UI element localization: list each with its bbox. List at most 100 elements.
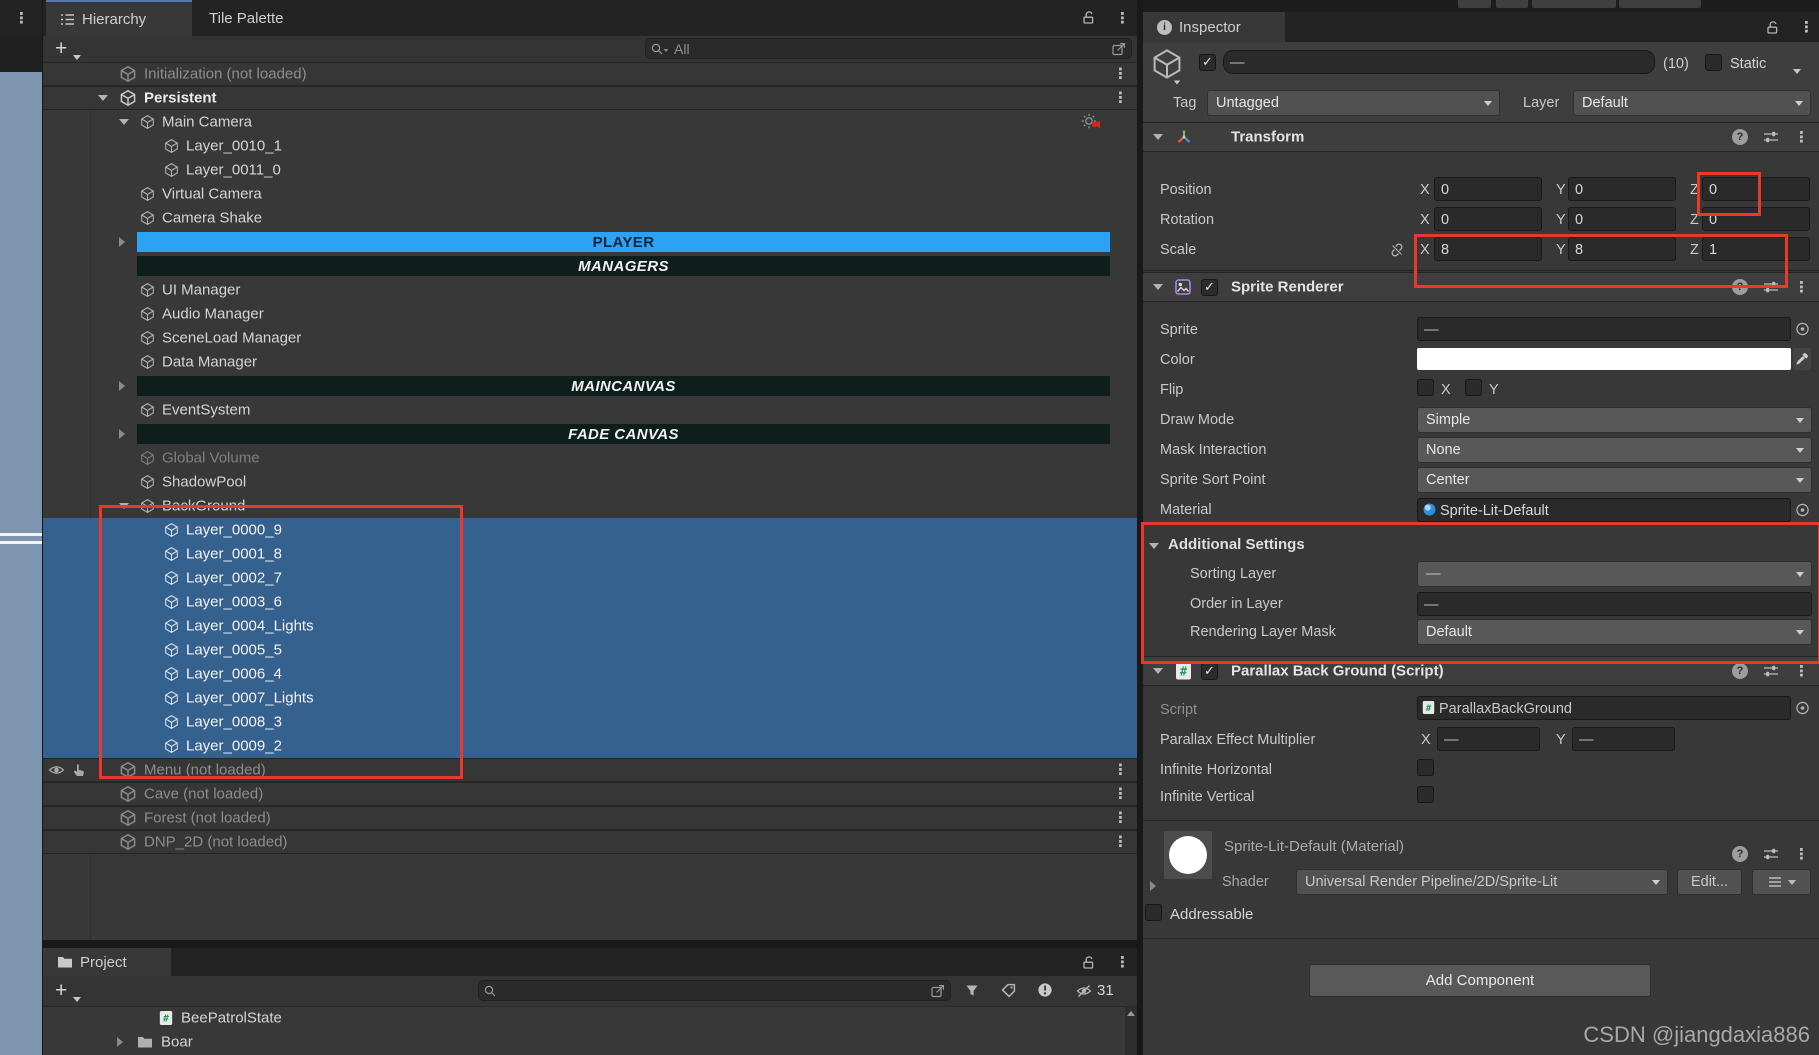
name-field[interactable]: —: [1223, 50, 1655, 74]
hierarchy-search-input[interactable]: All: [645, 38, 1132, 59]
transform-header[interactable]: Transform ? ⋮: [1143, 122, 1819, 152]
open-search-window-icon[interactable]: [930, 983, 946, 999]
parallax-header[interactable]: # Parallax Back Ground (Script) ? ⋮: [1143, 656, 1819, 686]
foldout-arrow[interactable]: [119, 237, 125, 247]
hierarchy-item-row[interactable]: Layer_0008_3: [43, 710, 1137, 734]
hierarchy-item-row[interactable]: Main Camera: [43, 110, 1137, 134]
material-field[interactable]: Sprite-Lit-Default: [1417, 498, 1791, 522]
scale-y-field[interactable]: 8: [1568, 237, 1676, 261]
mask-interaction-dropdown[interactable]: None: [1417, 437, 1812, 463]
lock-icon[interactable]: [1081, 954, 1096, 975]
hierarchy-item-row[interactable]: Layer_0011_0: [43, 158, 1137, 182]
hierarchy-item-row[interactable]: SceneLoad Manager: [43, 326, 1137, 350]
scene-menu-icon[interactable]: ⋮: [1113, 763, 1128, 778]
hierarchy-scene-row[interactable]: DNP_2D (not loaded) ⋮: [43, 830, 1137, 854]
foldout-arrow[interactable]: [1153, 284, 1163, 290]
cutoff-toolbar-button[interactable]: [1458, 0, 1491, 8]
scene-menu-icon[interactable]: ⋮: [1113, 787, 1128, 802]
shader-dropdown[interactable]: Universal Render Pipeline/2D/Sprite-Lit: [1296, 869, 1668, 895]
label-icon[interactable]: [1001, 983, 1016, 1003]
panel-menu-icon[interactable]: ⋮: [1799, 19, 1814, 37]
color-swatch[interactable]: [1417, 348, 1791, 370]
hierarchy-banner-row[interactable]: FADE CANVAS: [43, 422, 1137, 446]
rendering-layer-mask-dropdown[interactable]: Default: [1417, 619, 1812, 645]
hierarchy-item-row[interactable]: BackGround: [43, 494, 1137, 518]
banner-bar[interactable]: FADE CANVAS: [137, 424, 1110, 444]
foldout-arrow[interactable]: [119, 381, 125, 391]
cutoff-toolbar-button[interactable]: [1532, 0, 1616, 8]
object-picker-icon[interactable]: [1795, 701, 1810, 716]
active-checkbox[interactable]: [1199, 54, 1216, 71]
foldout-arrow[interactable]: [119, 503, 129, 509]
position-z-field[interactable]: 0: [1702, 177, 1810, 201]
lock-icon[interactable]: [1081, 9, 1096, 30]
create-button[interactable]: +: [55, 38, 67, 59]
material-thumbnail[interactable]: [1164, 831, 1212, 879]
banner-bar[interactable]: PLAYER: [137, 232, 1110, 252]
project-scrollbar[interactable]: [1125, 1006, 1137, 1055]
scene-menu-icon[interactable]: ⋮: [1113, 67, 1128, 82]
hidden-items-toggle[interactable]: 31: [1075, 982, 1114, 999]
hierarchy-item-row[interactable]: Layer_0009_2: [43, 734, 1137, 758]
hierarchy-item-row[interactable]: Layer_0010_1: [43, 134, 1137, 158]
component-menu-icon[interactable]: ⋮: [1794, 130, 1809, 145]
help-icon[interactable]: ?: [1732, 846, 1748, 862]
hierarchy-banner-row[interactable]: MANAGERS: [43, 254, 1137, 278]
panel-menu-icon[interactable]: ⋮: [1115, 10, 1130, 28]
infinite-horizontal-checkbox[interactable]: [1417, 759, 1434, 776]
hierarchy-scene-row[interactable]: Forest (not loaded) ⋮: [43, 806, 1137, 830]
hierarchy-item-row[interactable]: Layer_0002_7: [43, 566, 1137, 590]
banner-bar[interactable]: MANAGERS: [137, 256, 1110, 276]
preview-foldout-arrow[interactable]: [1150, 881, 1156, 891]
scene-menu-icon[interactable]: ⋮: [1113, 811, 1128, 826]
hierarchy-item-row[interactable]: EventSystem: [43, 398, 1137, 422]
component-menu-icon[interactable]: ⋮: [1794, 847, 1809, 862]
component-menu-icon[interactable]: ⋮: [1794, 280, 1809, 295]
foldout-arrow[interactable]: [1153, 134, 1163, 140]
hierarchy-scene-row[interactable]: Menu (not loaded) ⋮: [43, 758, 1137, 782]
icon-dropdown-arrow[interactable]: [1173, 80, 1181, 85]
hierarchy-item-row[interactable]: Layer_0003_6: [43, 590, 1137, 614]
create-dropdown-icon[interactable]: [73, 989, 81, 1007]
hierarchy-item-row[interactable]: Data Manager: [43, 350, 1137, 374]
dock-menu-icon[interactable]: ⋮: [14, 10, 29, 28]
hierarchy-banner-row[interactable]: MAINCANVAS: [43, 374, 1137, 398]
help-icon[interactable]: ?: [1732, 279, 1748, 295]
foldout-arrow[interactable]: [119, 429, 125, 439]
addressable-checkbox[interactable]: [1145, 904, 1162, 921]
hierarchy-item-row[interactable]: Audio Manager: [43, 302, 1137, 326]
scroll-up-arrow[interactable]: [1127, 1011, 1135, 1016]
visibility-eye-icon[interactable]: [48, 762, 65, 779]
parallax-y-field[interactable]: —: [1572, 727, 1675, 751]
shader-menu-button[interactable]: [1752, 869, 1811, 895]
foldout-arrow[interactable]: [1153, 668, 1163, 674]
flip-x-checkbox[interactable]: [1417, 379, 1434, 396]
component-enabled-checkbox[interactable]: [1201, 663, 1218, 680]
hierarchy-item-row[interactable]: Layer_0005_5: [43, 638, 1137, 662]
search-by-type-icon[interactable]: [965, 983, 979, 1003]
gameobject-cube-icon[interactable]: [1151, 48, 1183, 85]
lock-icon[interactable]: [1765, 19, 1780, 40]
static-dropdown-arrow[interactable]: [1793, 61, 1801, 79]
project-search-input[interactable]: [478, 980, 951, 1001]
sprite-sort-point-dropdown[interactable]: Center: [1417, 467, 1812, 493]
shader-edit-button[interactable]: Edit...: [1677, 869, 1742, 895]
order-in-layer-field[interactable]: —: [1417, 592, 1812, 616]
hierarchy-item-row[interactable]: UI Manager: [43, 278, 1137, 302]
object-picker-icon[interactable]: [1795, 322, 1810, 337]
add-component-button[interactable]: Add Component: [1309, 964, 1651, 997]
rotation-x-field[interactable]: 0: [1434, 207, 1542, 231]
scene-menu-icon[interactable]: ⋮: [1113, 835, 1128, 850]
unlinked-scale-icon[interactable]: [1389, 242, 1405, 258]
position-y-field[interactable]: 0: [1568, 177, 1676, 201]
scale-x-field[interactable]: 8: [1434, 237, 1542, 261]
script-field[interactable]: # ParallaxBackGround: [1417, 696, 1791, 720]
scene-menu-icon[interactable]: ⋮: [1113, 91, 1128, 106]
foldout-arrow[interactable]: [119, 119, 129, 125]
eyedropper-button[interactable]: [1793, 348, 1811, 370]
project-row[interactable]: # BeePatrolState: [43, 1006, 1125, 1030]
flip-y-checkbox[interactable]: [1465, 379, 1482, 396]
preset-icon[interactable]: [1763, 130, 1779, 144]
tab-inspector[interactable]: i Inspector: [1143, 12, 1285, 42]
hierarchy-item-row[interactable]: Layer_0007_Lights: [43, 686, 1137, 710]
